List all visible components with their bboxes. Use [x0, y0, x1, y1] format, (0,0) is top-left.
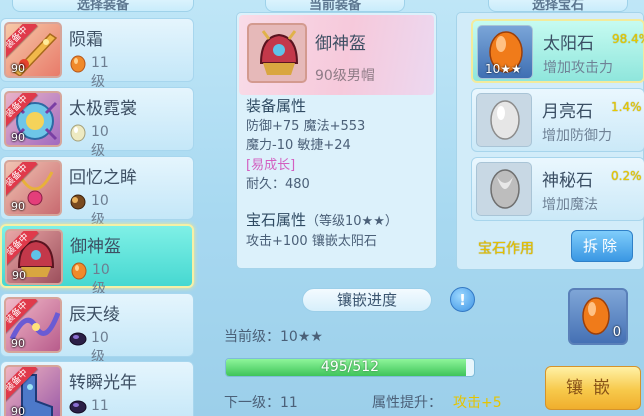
- gem-level: 10★★: [485, 62, 522, 76]
- equipment-item-huiyi-zhimou[interactable]: 装备中 90 回忆之眸 10级: [0, 156, 194, 228]
- gem-rate: 98.4%: [612, 32, 644, 46]
- equip-level: 90: [12, 269, 26, 282]
- gem-slot: 10★★: [477, 25, 533, 79]
- attribute-boost-label: 属性提升：: [372, 395, 442, 411]
- equipment-detail-card: 御神盔 90级男帽 装备属性 防御+75 魔法+553 魔力-10 敏捷+24 …: [236, 12, 437, 269]
- equipment-name: 回忆之眸: [69, 168, 137, 188]
- mystic-stone-icon: [69, 400, 87, 414]
- gem-effect-link[interactable]: 宝石作用: [478, 238, 534, 258]
- gem-item-sun-stone[interactable]: 10★★ 太阳石 98.4% 增加攻击力: [471, 19, 644, 83]
- gem-rate: 1.4%: [611, 100, 642, 114]
- gem-effect: 增加攻击力: [543, 60, 613, 76]
- sun-stone-icon: [71, 262, 87, 280]
- equipment-list-panel: 选择装备 装备中 90 陨霜 11级 装备中 90 太极霓裳 10级 装备中 9…: [0, 0, 200, 416]
- gem-item-mystic-stone[interactable]: 神秘石 0.2% 增加魔法: [471, 157, 644, 221]
- equipment-detail-top: 御神盔 90级男帽: [239, 15, 434, 95]
- gem-rate: 0.2%: [611, 169, 642, 183]
- progress-text: 495/512: [320, 359, 380, 375]
- gem-level: 10级: [91, 124, 109, 159]
- mystic-stone-icon: [490, 169, 520, 209]
- gem-name: 太阳石: [543, 34, 594, 54]
- helmet-icon: [247, 23, 307, 83]
- gem-name: 神秘石: [542, 171, 593, 191]
- sun-stone-icon: [70, 55, 86, 73]
- equip-level: 90: [11, 200, 25, 213]
- durability: 耐久：480: [246, 177, 310, 192]
- equipment-name: 陨霜: [69, 30, 103, 50]
- equipment-name: 太极霓裳: [69, 99, 137, 119]
- moon-stone-icon: [70, 124, 86, 142]
- gem-attributes-level: （等级10★★）: [306, 214, 398, 229]
- attribute-boost-value: 攻击+5: [453, 395, 502, 411]
- necklace-icon: 装备中 90: [4, 160, 62, 216]
- attribute-line: 防御+75 魔法+553: [246, 119, 366, 134]
- gem-item-moon-stone[interactable]: 月亮石 1.4% 增加防御力: [471, 88, 644, 152]
- equip-level: 90: [11, 337, 25, 350]
- socket-count: 0: [612, 325, 621, 340]
- gem-list-header: 选择宝石: [488, 0, 628, 12]
- gem-effect: 增加防御力: [542, 128, 612, 144]
- gem-attributes-title: 宝石属性（等级10★★）: [246, 209, 398, 230]
- helmet-icon: 装备中 90: [5, 229, 63, 285]
- attribute-line: 魔力-10 敏捷+24: [246, 138, 351, 153]
- current-equipment-header: 当前装备: [265, 0, 405, 12]
- equip-level: 90: [11, 131, 25, 144]
- equipment-item-taiji-nichang[interactable]: 装备中 90 太极霓裳 10级: [0, 87, 194, 159]
- equipment-list-header: 选择装备: [12, 0, 194, 12]
- equipment-type: 90级男帽: [315, 68, 375, 84]
- boots-icon: 装备中 90: [4, 365, 62, 416]
- gem-level: 11级: [91, 398, 109, 414]
- sword-icon: 装备中 90: [4, 22, 62, 78]
- gem-socket[interactable]: 0: [568, 288, 628, 345]
- gem-effect: 增加魔法: [542, 197, 598, 213]
- amber-stone-icon: [70, 194, 86, 210]
- inlay-button[interactable]: 镶嵌: [545, 366, 641, 410]
- current-level: 当前级：10★★: [224, 329, 323, 345]
- gem-slot: [476, 93, 532, 147]
- gem-attribute-line: 攻击+100 镶嵌太阳石: [246, 234, 377, 249]
- equipment-name: 辰天绫: [69, 305, 120, 325]
- equipment-name: 转瞬光年: [69, 373, 137, 393]
- inlay-progress-bar: 495/512: [225, 358, 475, 377]
- info-icon[interactable]: !: [450, 287, 475, 312]
- gem-level: 11级: [91, 55, 109, 90]
- growth-tag: [易成长]: [246, 158, 296, 173]
- gem-slot: [476, 162, 532, 216]
- moon-stone-icon: [490, 100, 520, 140]
- ribbon-weapon-icon: 装备中 90: [4, 297, 62, 353]
- equipment-name: 御神盔: [315, 34, 366, 54]
- equipment-name: 御神盔: [70, 237, 121, 257]
- gem-attributes-label: 宝石属性: [246, 211, 307, 229]
- mystic-stone-icon: [69, 332, 87, 346]
- equip-level: 90: [11, 405, 25, 416]
- next-level: 下一级：11: [224, 395, 298, 411]
- dismantle-button[interactable]: 拆除: [571, 230, 633, 262]
- equipment-item-chentianling[interactable]: 装备中 90 辰天绫 10级: [0, 293, 194, 365]
- inlay-progress-title: 镶嵌进度: [302, 288, 432, 312]
- equip-level: 90: [11, 62, 25, 75]
- equipment-item-yushenkui[interactable]: 装备中 90 御神盔 10级: [0, 224, 194, 297]
- equipment-attributes-title: 装备属性: [246, 97, 307, 115]
- gem-name: 月亮石: [542, 102, 593, 122]
- equipment-item-zhuanshun-guangnian[interactable]: 装备中 90 转瞬光年 11级: [0, 361, 194, 416]
- equipment-item-yunshuang[interactable]: 装备中 90 陨霜 11级: [0, 18, 194, 90]
- armor-icon: 装备中 90: [4, 91, 62, 147]
